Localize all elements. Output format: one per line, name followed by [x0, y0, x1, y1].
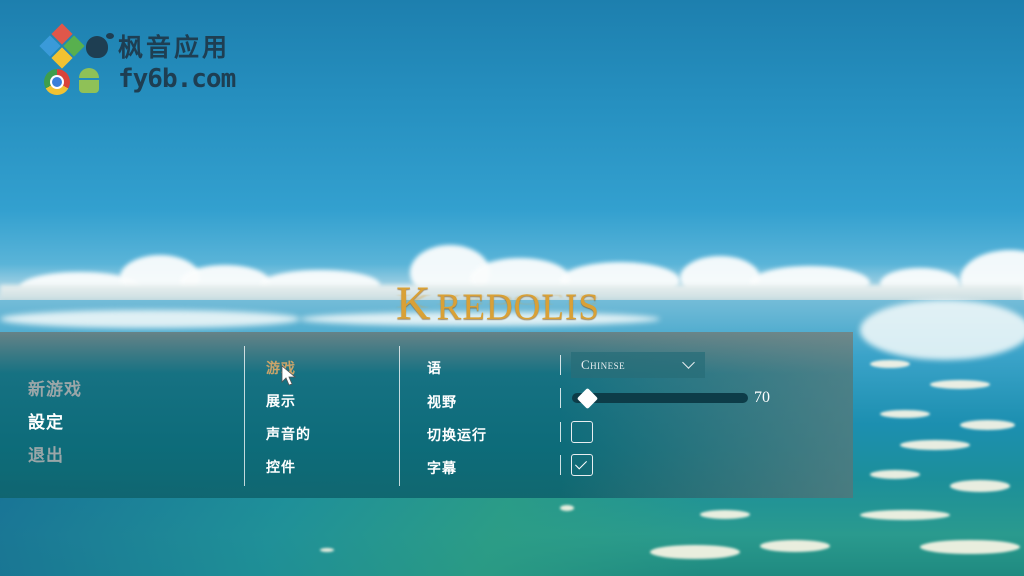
- tab-display[interactable]: 展示: [266, 391, 311, 411]
- watermark: 枫音应用 fy6b.com: [39, 23, 252, 100]
- fov-slider-track[interactable]: [572, 393, 748, 403]
- toggle-run-checkbox[interactable]: [571, 421, 593, 443]
- windows-icon: [39, 23, 85, 69]
- subtitles-checkbox[interactable]: [571, 454, 593, 476]
- language-label: 语: [427, 361, 442, 377]
- mouse-cursor-icon: [281, 365, 297, 386]
- watermark-url: fy6b.com: [118, 64, 236, 94]
- fov-label: 视野: [427, 395, 457, 411]
- tab-controls[interactable]: 控件: [266, 457, 311, 477]
- apple-icon: [86, 33, 114, 58]
- watermark-title: 枫音应用: [118, 33, 231, 62]
- chevron-down-icon: [682, 356, 695, 369]
- fov-value: 70: [754, 389, 770, 406]
- tab-audio[interactable]: 声音的: [266, 424, 311, 444]
- language-dropdown[interactable]: Chinese: [571, 352, 705, 378]
- menu-quit[interactable]: 退出: [28, 441, 82, 466]
- subtitles-label: 字幕: [427, 461, 457, 477]
- toggle-run-label: 切换运行: [427, 428, 487, 444]
- main-menu: 新游戏 設定 退出: [28, 375, 82, 474]
- language-value: Chinese: [581, 357, 626, 372]
- menu-settings[interactable]: 設定: [28, 408, 82, 433]
- android-icon: [76, 68, 102, 96]
- menu-divider: [244, 346, 245, 486]
- logo-reflection: K REDOLIS: [396, 290, 600, 312]
- chrome-icon: [44, 69, 70, 95]
- tabs-divider: [399, 346, 400, 486]
- menu-new-game[interactable]: 新游戏: [28, 375, 82, 400]
- checkmark-icon: [574, 457, 588, 470]
